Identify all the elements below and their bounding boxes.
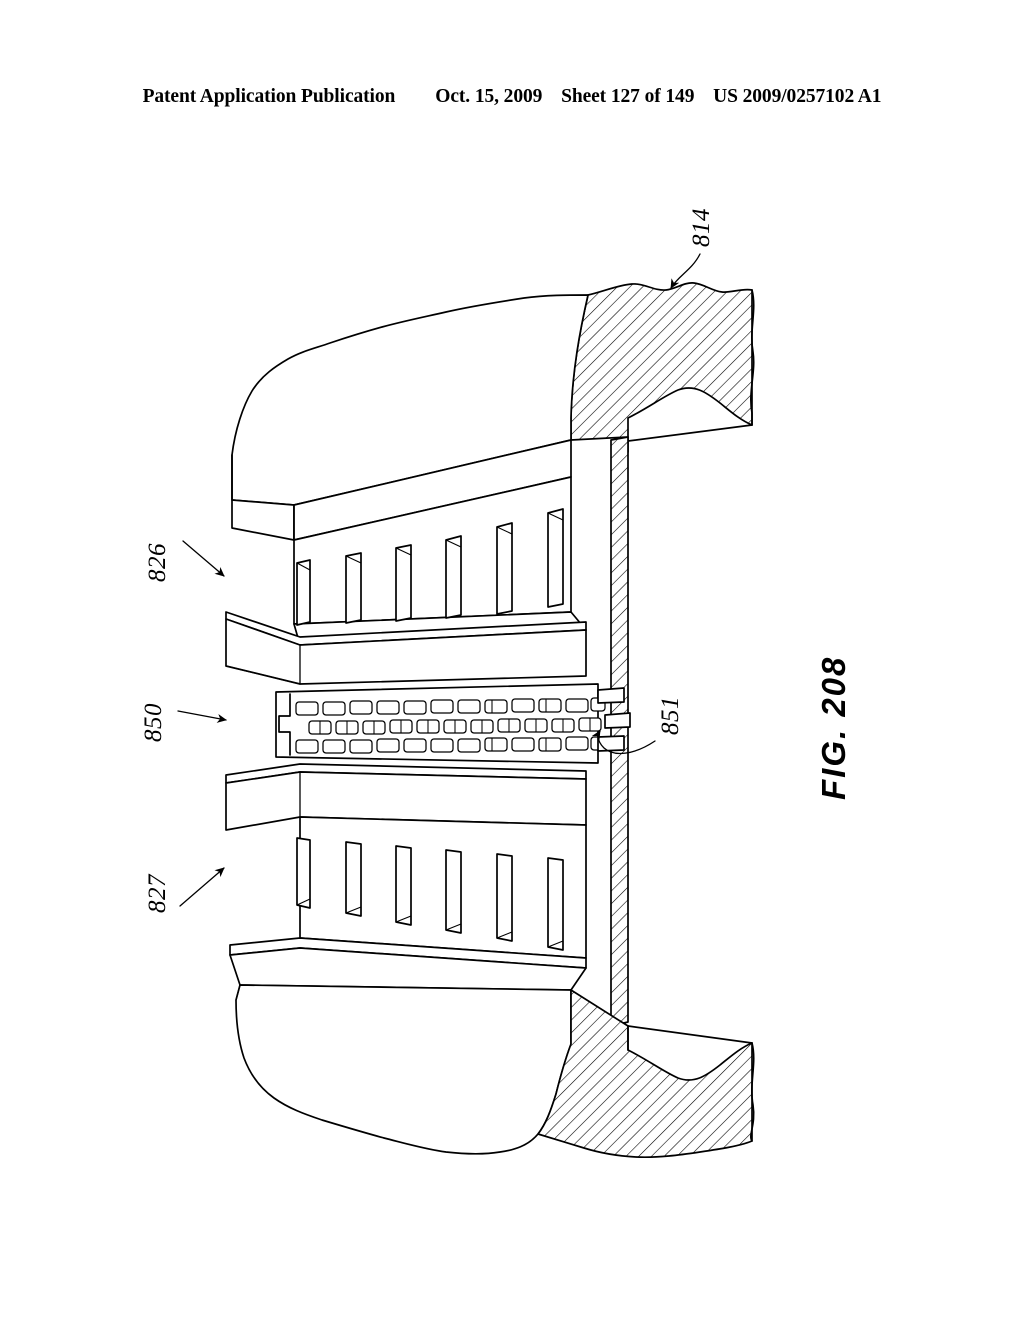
upper-fin (395, 544, 412, 622)
aperture (349, 739, 373, 754)
figure-label: FIG. 208 (815, 656, 852, 800)
lower-substrate-upper-edge (627, 1025, 753, 1044)
aperture (538, 698, 562, 713)
nozzle-step-upper (597, 687, 625, 704)
upper-fin (496, 522, 513, 615)
lower-body-slab (229, 947, 587, 1155)
nozzle-step-lower (597, 735, 625, 752)
aperture (565, 736, 589, 751)
aperture (430, 699, 454, 714)
reference-label-851: 851 (657, 696, 684, 735)
lower-fin (496, 853, 513, 942)
aperture (511, 698, 535, 713)
aperture-row-bottom (295, 736, 606, 754)
aperture (457, 699, 481, 714)
leader-line-850 (177, 710, 227, 723)
leader-line-827 (179, 867, 225, 907)
aperture (484, 737, 508, 752)
leader-line-826 (182, 540, 225, 577)
reference-label-826: 826 (144, 543, 171, 582)
upper-substrate-lower-right-edge (627, 424, 753, 442)
aperture (376, 700, 400, 715)
central-vertical-hatched-wall (597, 436, 631, 1027)
upper-substrate-block-814 (570, 282, 755, 453)
aperture (376, 738, 400, 753)
lower-substrate-block-814 (537, 989, 755, 1159)
aperture (322, 701, 346, 716)
figure-208-drawing: 814 826 850 851 827 FIG. 208 (140, 208, 852, 1159)
aperture (349, 700, 373, 715)
aperture (511, 737, 535, 752)
aperture (457, 738, 481, 753)
aperture (403, 700, 427, 715)
aperture (538, 737, 562, 752)
upper-substrate-hatched-face (570, 282, 753, 441)
aperture (430, 738, 454, 753)
lower-channel-back-wall (299, 816, 587, 959)
nozzle-plate-850 (275, 683, 606, 764)
lower-fin (395, 845, 412, 926)
upper-fin (445, 535, 462, 619)
reference-827: 827 (144, 867, 225, 913)
central-wall-hatched-face (610, 436, 629, 1027)
nozzle-step-middle (604, 712, 631, 729)
reference-850: 850 (140, 703, 227, 742)
lower-fin (345, 841, 362, 917)
aperture (295, 701, 319, 716)
upper-fin (547, 508, 564, 608)
lower-body-break-face (235, 984, 572, 1155)
reference-label-814: 814 (688, 208, 715, 247)
upper-fin (296, 559, 311, 626)
reference-814: 814 (670, 208, 715, 289)
reference-label-850: 850 (140, 703, 167, 742)
upper-fin (345, 552, 362, 624)
reference-826: 826 (144, 540, 225, 582)
aperture (295, 739, 319, 754)
reference-label-827: 827 (144, 873, 171, 913)
aperture (322, 739, 346, 754)
aperture (484, 699, 508, 714)
aperture (565, 698, 589, 713)
lower-fin (445, 849, 462, 934)
lower-fin-channel-827 (229, 816, 587, 969)
lower-fin (296, 837, 311, 909)
aperture-row-middle (308, 717, 602, 735)
patent-drawing-page: Patent Application Publication Oct. 15, … (0, 0, 1024, 1320)
lower-fin (547, 857, 564, 951)
aperture (403, 738, 427, 753)
